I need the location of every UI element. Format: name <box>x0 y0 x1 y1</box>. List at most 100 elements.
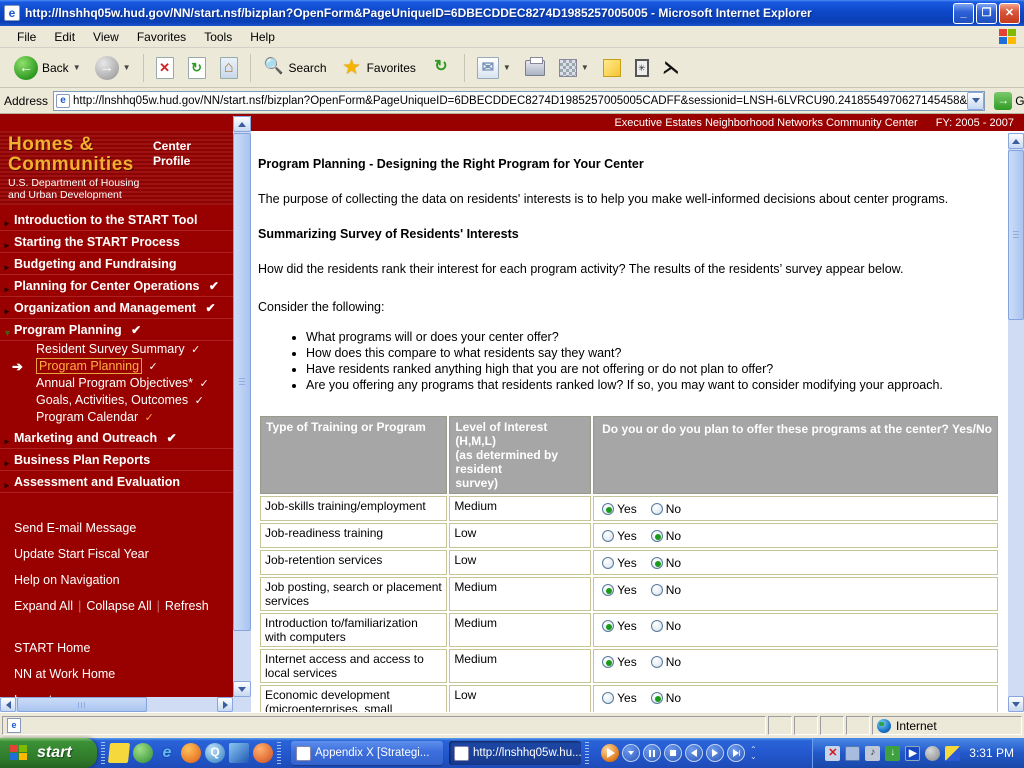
close-button[interactable]: ✕ <box>999 2 1020 24</box>
menu-item[interactable]: View <box>84 28 128 46</box>
menu-item[interactable]: File <box>8 28 45 46</box>
radio-button-icon[interactable] <box>650 503 663 515</box>
no-radio[interactable]: No <box>650 619 681 633</box>
ie-icon[interactable]: e <box>157 743 177 763</box>
toolbar-grip[interactable] <box>101 742 105 764</box>
media-player-icon[interactable] <box>253 743 273 763</box>
toolbar-grip[interactable] <box>277 742 281 764</box>
wmp-stop-button[interactable] <box>664 744 682 762</box>
radio-button-icon[interactable] <box>650 692 663 704</box>
toolbar-grip[interactable] <box>585 742 589 764</box>
scroll-down-button[interactable] <box>233 681 251 697</box>
stop-button[interactable]: ✕ <box>150 54 180 82</box>
mail-dropdown-icon[interactable]: ▼ <box>503 63 511 72</box>
network-icon[interactable] <box>845 745 861 761</box>
back-button[interactable]: ← Back ▼ <box>8 53 87 83</box>
menu-item[interactable]: Edit <box>45 28 84 46</box>
wmp-next-button[interactable] <box>706 744 724 762</box>
start-button[interactable]: start <box>0 738 97 768</box>
search-button[interactable]: 🔍 Search <box>257 54 333 82</box>
scroll-up-button[interactable] <box>233 116 251 132</box>
address-dropdown-button[interactable] <box>967 91 985 110</box>
sidebar-link[interactable]: START Home <box>0 635 233 661</box>
scroll-up-button[interactable] <box>1008 133 1024 149</box>
wmp-pause-button[interactable] <box>643 744 661 762</box>
sidebar-link[interactable]: Help on Navigation <box>0 567 233 593</box>
sidebar-item[interactable]: Budgeting and Fundraising <box>0 255 233 275</box>
msn-app-icon[interactable] <box>229 743 249 763</box>
sidebar-link[interactable]: NN at Work Home <box>0 661 233 687</box>
yes-radio[interactable]: Yes <box>602 583 637 597</box>
sidebar-subitem[interactable]: Program Planning <box>0 358 233 376</box>
sidebar-vertical-scrollbar[interactable] <box>233 116 251 697</box>
edit-dropdown-icon[interactable]: ▼ <box>581 63 589 72</box>
home-button[interactable]: ⌂ <box>214 54 244 82</box>
no-radio[interactable]: No <box>650 583 681 597</box>
task-button[interactable]: Appendix X [Strategi... <box>291 741 443 765</box>
task-button[interactable]: http://lnshhq05w.hu... <box>449 741 581 765</box>
menu-item[interactable]: Tools <box>195 28 241 46</box>
messenger-button[interactable]: ⋋ <box>657 55 686 81</box>
sidebar-subitem[interactable]: Program Calendar <box>0 410 233 427</box>
radio-button-icon[interactable] <box>650 656 663 668</box>
research-button[interactable]: ✳ <box>629 56 655 80</box>
sidebar-item[interactable]: Starting the START Process <box>0 233 233 253</box>
sidebar-item[interactable]: Assessment and Evaluation <box>0 473 233 493</box>
mail-button[interactable]: ✉ ▼ <box>471 54 517 82</box>
radio-button-icon[interactable] <box>602 656 615 668</box>
update-icon[interactable]: ↓ <box>885 745 901 761</box>
hud-logo[interactable]: Homes & Communities U.S. Department of H… <box>0 131 233 205</box>
go-button[interactable]: → Go <box>990 91 1024 111</box>
scroll-down-button[interactable] <box>1008 696 1024 712</box>
scroll-thumb[interactable] <box>1008 150 1024 320</box>
quicktime-icon[interactable]: Q <box>205 743 225 763</box>
sidebar-item[interactable]: Business Plan Reports <box>0 451 233 471</box>
radio-button-icon[interactable] <box>602 692 615 704</box>
center-profile-link[interactable]: Center Profile <box>153 139 223 169</box>
no-radio[interactable]: No <box>650 529 681 543</box>
radio-button-icon[interactable] <box>650 530 663 542</box>
radio-button-icon[interactable] <box>602 557 615 569</box>
refresh-button[interactable]: ↻ <box>182 54 212 82</box>
radio-button-icon[interactable] <box>602 503 615 515</box>
sidebar-item[interactable]: Program Planning <box>0 321 233 341</box>
discuss-button[interactable] <box>597 56 627 80</box>
sidebar-link[interactable]: Update Start Fiscal Year <box>0 541 233 567</box>
yes-radio[interactable]: Yes <box>602 655 637 669</box>
yes-radio[interactable]: Yes <box>602 619 637 633</box>
sidebar-link[interactable]: Refresh <box>152 599 209 613</box>
scroll-left-button[interactable] <box>0 697 16 712</box>
media-playing-icon[interactable]: ▶ <box>905 745 921 761</box>
scroll-thumb[interactable] <box>233 133 251 631</box>
radio-button-icon[interactable] <box>602 620 615 632</box>
sidebar-link[interactable]: Logout <box>0 687 233 697</box>
yes-radio[interactable]: Yes <box>602 529 637 543</box>
forward-button[interactable]: → ▼ <box>89 53 137 83</box>
deskband-chevrons-icon[interactable]: ⌃ ⌄ <box>750 746 757 761</box>
sidebar-subitem[interactable]: Resident Survey Summary <box>0 342 233 359</box>
scroll-right-button[interactable] <box>217 697 233 712</box>
forward-dropdown-icon[interactable]: ▼ <box>123 63 131 72</box>
no-radio[interactable]: No <box>650 655 681 669</box>
radio-button-icon[interactable] <box>650 584 663 596</box>
sidebar-link[interactable]: Send E-mail Message <box>0 515 233 541</box>
radio-button-icon[interactable] <box>650 620 663 632</box>
radio-button-icon[interactable] <box>650 557 663 569</box>
radio-button-icon[interactable] <box>602 530 615 542</box>
tray-globe-icon[interactable] <box>925 745 941 761</box>
menu-item[interactable]: Favorites <box>128 28 195 46</box>
no-radio[interactable]: No <box>650 691 681 705</box>
sidebar-item[interactable]: Organization and Management <box>0 299 233 319</box>
yes-radio[interactable]: Yes <box>602 556 637 570</box>
radio-button-icon[interactable] <box>602 584 615 596</box>
sidebar-link[interactable]: Expand All <box>14 599 73 613</box>
sidebar-item[interactable]: Introduction to the START Tool <box>0 211 233 231</box>
wmp-previous-button[interactable] <box>685 744 703 762</box>
no-radio[interactable]: No <box>650 502 681 516</box>
edit-button[interactable]: ▼ <box>553 56 595 80</box>
wmp-menu-button[interactable] <box>622 744 640 762</box>
sidebar-item[interactable]: Planning for Center Operations <box>0 277 233 297</box>
sidebar-subitem[interactable]: Annual Program Objectives* <box>0 376 233 393</box>
back-dropdown-icon[interactable]: ▼ <box>73 63 81 72</box>
url-text[interactable]: http://lnshhq05w.hud.gov/NN/start.nsf/bi… <box>73 95 967 107</box>
